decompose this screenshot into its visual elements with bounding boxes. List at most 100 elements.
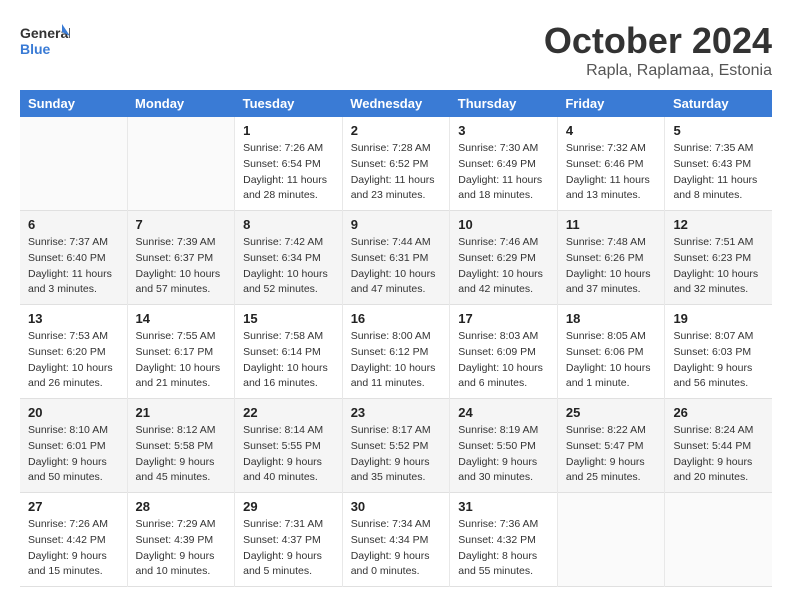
calendar-cell: 22 Sunrise: 8:14 AMSunset: 5:55 PMDayligh…: [235, 399, 343, 493]
day-number: 2: [351, 123, 442, 138]
calendar-cell: 2 Sunrise: 7:28 AMSunset: 6:52 PMDaylight…: [342, 117, 450, 211]
day-number: 26: [673, 405, 764, 420]
day-info: Sunrise: 7:44 AMSunset: 6:31 PMDaylight:…: [351, 235, 442, 298]
day-number: 21: [136, 405, 227, 420]
day-number: 3: [458, 123, 549, 138]
day-number: 9: [351, 217, 442, 232]
calendar-cell: 4 Sunrise: 7:32 AMSunset: 6:46 PMDaylight…: [557, 117, 665, 211]
calendar-cell: [665, 493, 772, 587]
page-subtitle: Rapla, Raplamaa, Estonia: [544, 62, 772, 80]
day-info: Sunrise: 7:53 AMSunset: 6:20 PMDaylight:…: [28, 329, 119, 392]
day-number: 5: [673, 123, 764, 138]
day-number: 18: [566, 311, 657, 326]
day-info: Sunrise: 7:35 AMSunset: 6:43 PMDaylight:…: [673, 141, 764, 204]
day-number: 8: [243, 217, 334, 232]
header-day: Thursday: [450, 90, 558, 117]
day-number: 31: [458, 499, 549, 514]
day-number: 20: [28, 405, 119, 420]
day-number: 24: [458, 405, 549, 420]
day-number: 16: [351, 311, 442, 326]
day-number: 27: [28, 499, 119, 514]
page-header: General Blue October 2024 Rapla, Raplama…: [20, 20, 772, 80]
day-info: Sunrise: 8:17 AMSunset: 5:52 PMDaylight:…: [351, 423, 442, 486]
header-day: Friday: [557, 90, 665, 117]
calendar-cell: [557, 493, 665, 587]
day-info: Sunrise: 8:24 AMSunset: 5:44 PMDaylight:…: [673, 423, 764, 486]
day-info: Sunrise: 7:36 AMSunset: 4:32 PMDaylight:…: [458, 517, 549, 580]
day-number: 15: [243, 311, 334, 326]
calendar-cell: 28Sunrise: 7:29 AMSunset: 4:39 PMDayligh…: [127, 493, 235, 587]
day-number: 19: [673, 311, 764, 326]
day-info: Sunrise: 7:34 AMSunset: 4:34 PMDaylight:…: [351, 517, 442, 580]
day-number: 23: [351, 405, 442, 420]
calendar-week-row: 20 Sunrise: 8:10 AMSunset: 6:01 PMDayligh…: [20, 399, 772, 493]
calendar-week-row: 1 Sunrise: 7:26 AMSunset: 6:54 PMDaylight…: [20, 117, 772, 211]
day-info: Sunrise: 7:39 AMSunset: 6:37 PMDaylight:…: [136, 235, 227, 298]
day-info: Sunrise: 8:22 AMSunset: 5:47 PMDaylight:…: [566, 423, 657, 486]
calendar-cell: 29 Sunrise: 7:31 AMSunset: 4:37 PMDayligh…: [235, 493, 343, 587]
day-number: 22: [243, 405, 334, 420]
calendar-cell: 3 Sunrise: 7:30 AMSunset: 6:49 PMDaylight…: [450, 117, 558, 211]
day-info: Sunrise: 8:14 AMSunset: 5:55 PMDaylight:…: [243, 423, 334, 486]
logo: General Blue: [20, 20, 70, 64]
header-day: Saturday: [665, 90, 772, 117]
day-info: Sunrise: 7:37 AMSunset: 6:40 PMDaylight:…: [28, 235, 119, 298]
day-number: 30: [351, 499, 442, 514]
calendar-cell: 23 Sunrise: 8:17 AMSunset: 5:52 PMDayligh…: [342, 399, 450, 493]
day-number: 7: [136, 217, 227, 232]
calendar-cell: 19 Sunrise: 8:07 AMSunset: 6:03 PMDayligh…: [665, 305, 772, 399]
title-section: October 2024 Rapla, Raplamaa, Estonia: [544, 20, 772, 80]
calendar-cell: 24 Sunrise: 8:19 AMSunset: 5:50 PMDayligh…: [450, 399, 558, 493]
day-info: Sunrise: 7:30 AMSunset: 6:49 PMDaylight:…: [458, 141, 549, 204]
header-day: Wednesday: [342, 90, 450, 117]
day-number: 29: [243, 499, 334, 514]
calendar-cell: 17Sunrise: 8:03 AMSunset: 6:09 PMDayligh…: [450, 305, 558, 399]
calendar-week-row: 13 Sunrise: 7:53 AMSunset: 6:20 PMDayligh…: [20, 305, 772, 399]
header-day: Monday: [127, 90, 235, 117]
calendar-cell: 1 Sunrise: 7:26 AMSunset: 6:54 PMDaylight…: [235, 117, 343, 211]
calendar-week-row: 6 Sunrise: 7:37 AMSunset: 6:40 PMDaylight…: [20, 211, 772, 305]
calendar-table: SundayMondayTuesdayWednesdayThursdayFrid…: [20, 90, 772, 587]
day-info: Sunrise: 7:46 AMSunset: 6:29 PMDaylight:…: [458, 235, 549, 298]
day-info: Sunrise: 7:58 AMSunset: 6:14 PMDaylight:…: [243, 329, 334, 392]
calendar-cell: [127, 117, 235, 211]
calendar-cell: 27 Sunrise: 7:26 AMSunset: 4:42 PMDayligh…: [20, 493, 127, 587]
calendar-cell: 10 Sunrise: 7:46 AMSunset: 6:29 PMDayligh…: [450, 211, 558, 305]
day-number: 28: [136, 499, 227, 514]
calendar-cell: 31 Sunrise: 7:36 AMSunset: 4:32 PMDayligh…: [450, 493, 558, 587]
day-info: Sunrise: 8:19 AMSunset: 5:50 PMDaylight:…: [458, 423, 549, 486]
day-info: Sunrise: 8:00 AMSunset: 6:12 PMDaylight:…: [351, 329, 442, 392]
day-number: 17: [458, 311, 549, 326]
day-info: Sunrise: 7:26 AMSunset: 4:42 PMDaylight:…: [28, 517, 119, 580]
day-number: 6: [28, 217, 119, 232]
calendar-cell: 5 Sunrise: 7:35 AMSunset: 6:43 PMDaylight…: [665, 117, 772, 211]
calendar-week-row: 27 Sunrise: 7:26 AMSunset: 4:42 PMDayligh…: [20, 493, 772, 587]
day-info: Sunrise: 7:51 AMSunset: 6:23 PMDaylight:…: [673, 235, 764, 298]
day-info: Sunrise: 7:26 AMSunset: 6:54 PMDaylight:…: [243, 141, 334, 204]
header-day: Tuesday: [235, 90, 343, 117]
calendar-cell: 6 Sunrise: 7:37 AMSunset: 6:40 PMDaylight…: [20, 211, 127, 305]
day-info: Sunrise: 8:07 AMSunset: 6:03 PMDaylight:…: [673, 329, 764, 392]
day-info: Sunrise: 8:05 AMSunset: 6:06 PMDaylight:…: [566, 329, 657, 392]
day-info: Sunrise: 7:48 AMSunset: 6:26 PMDaylight:…: [566, 235, 657, 298]
logo-svg: General Blue: [20, 20, 70, 64]
calendar-cell: 11Sunrise: 7:48 AMSunset: 6:26 PMDayligh…: [557, 211, 665, 305]
calendar-cell: 25 Sunrise: 8:22 AMSunset: 5:47 PMDayligh…: [557, 399, 665, 493]
day-number: 25: [566, 405, 657, 420]
day-info: Sunrise: 7:28 AMSunset: 6:52 PMDaylight:…: [351, 141, 442, 204]
day-number: 13: [28, 311, 119, 326]
day-number: 10: [458, 217, 549, 232]
calendar-cell: 20 Sunrise: 8:10 AMSunset: 6:01 PMDayligh…: [20, 399, 127, 493]
day-number: 4: [566, 123, 657, 138]
calendar-cell: 12Sunrise: 7:51 AMSunset: 6:23 PMDayligh…: [665, 211, 772, 305]
calendar-cell: 26 Sunrise: 8:24 AMSunset: 5:44 PMDayligh…: [665, 399, 772, 493]
day-number: 1: [243, 123, 334, 138]
day-info: Sunrise: 8:12 AMSunset: 5:58 PMDaylight:…: [136, 423, 227, 486]
calendar-cell: 30 Sunrise: 7:34 AMSunset: 4:34 PMDayligh…: [342, 493, 450, 587]
calendar-cell: 14Sunrise: 7:55 AMSunset: 6:17 PMDayligh…: [127, 305, 235, 399]
day-info: Sunrise: 7:32 AMSunset: 6:46 PMDaylight:…: [566, 141, 657, 204]
day-info: Sunrise: 7:31 AMSunset: 4:37 PMDaylight:…: [243, 517, 334, 580]
page-title: October 2024: [544, 20, 772, 62]
day-number: 14: [136, 311, 227, 326]
day-info: Sunrise: 8:10 AMSunset: 6:01 PMDaylight:…: [28, 423, 119, 486]
